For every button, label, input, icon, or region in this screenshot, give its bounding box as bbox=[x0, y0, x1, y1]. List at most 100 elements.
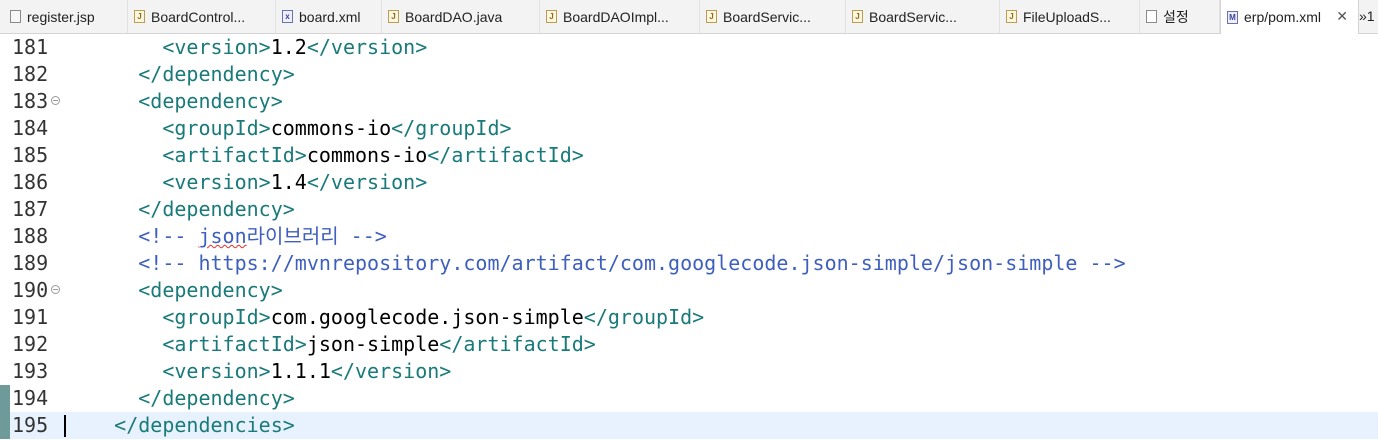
code-line[interactable]: 192 <artifactId>json-simple</artifactId> bbox=[0, 331, 1378, 358]
xml-close-tag: </artifactId> bbox=[439, 332, 596, 356]
xml-open-tag: <version> bbox=[162, 35, 271, 59]
tab-overflow-button[interactable]: »1 bbox=[1359, 0, 1378, 33]
tab-label: board.xml bbox=[299, 8, 361, 25]
tab-3[interactable]: J BoardDAO.java bbox=[382, 0, 540, 33]
code-line[interactable]: 183− <dependency> bbox=[0, 88, 1378, 115]
gutter-change-marker bbox=[0, 412, 10, 439]
fold-toggle-icon[interactable]: − bbox=[51, 285, 60, 294]
code-editor[interactable]: 181 <version>1.2</version> 182 </dependen… bbox=[0, 34, 1378, 440]
java-file-icon: J bbox=[852, 10, 863, 23]
xml-value: commons-io bbox=[270, 116, 392, 140]
xml-close-tag: </groupId> bbox=[391, 116, 512, 140]
code-line[interactable]: 191 <groupId>com.googlecode.json-simple<… bbox=[0, 304, 1378, 331]
xml-open-tag: <version> bbox=[162, 359, 271, 383]
tab-6[interactable]: J BoardServic... bbox=[846, 0, 1000, 33]
code-text: <version>1.1.1</version> bbox=[66, 358, 451, 385]
xml-tag: </dependencies> bbox=[114, 413, 295, 437]
tab-label: BoardDAOImpl... bbox=[563, 8, 669, 25]
text-caret bbox=[64, 415, 66, 437]
tab-7[interactable]: J FileUploadS... bbox=[1000, 0, 1140, 33]
text-file-icon bbox=[1146, 10, 1157, 23]
line-number: 186 bbox=[12, 170, 49, 194]
code-text: <dependency> bbox=[66, 88, 283, 115]
line-number: 187 bbox=[12, 197, 49, 221]
xml-close-tag: </version> bbox=[306, 35, 428, 59]
java-file-icon: J bbox=[1006, 10, 1017, 23]
java-file-icon: J bbox=[706, 10, 717, 23]
code-text: <version>1.4</version> bbox=[66, 169, 427, 196]
line-number: 191 bbox=[12, 305, 49, 329]
fold-toggle-icon[interactable]: − bbox=[51, 96, 60, 105]
code-text: </dependency> bbox=[66, 196, 295, 223]
code-text: <dependency> bbox=[66, 277, 283, 304]
xml-value: commons-io bbox=[306, 143, 428, 167]
code-text: <groupId>commons-io</groupId> bbox=[66, 115, 512, 142]
code-line[interactable]: 186 <version>1.4</version> bbox=[0, 169, 1378, 196]
code-line[interactable]: 184 <groupId>commons-io</groupId> bbox=[0, 115, 1378, 142]
xml-tag: </dependency> bbox=[138, 386, 295, 410]
xml-value: 1.4 bbox=[270, 170, 307, 194]
code-line[interactable]: 190− <dependency> bbox=[0, 277, 1378, 304]
line-number: 182 bbox=[12, 62, 49, 86]
xml-close-tag: </version> bbox=[330, 359, 452, 383]
code-line[interactable]: 182 </dependency> bbox=[0, 61, 1378, 88]
code-text: </dependency> bbox=[66, 61, 295, 88]
line-number: 192 bbox=[12, 332, 49, 356]
line-number: 193 bbox=[12, 359, 49, 383]
tab-4[interactable]: J BoardDAOImpl... bbox=[540, 0, 700, 33]
xml-value: json-simple bbox=[306, 332, 440, 356]
jsp-file-icon bbox=[10, 10, 21, 23]
tab-label: erp/pom.xml bbox=[1244, 9, 1322, 25]
tab-0[interactable]: register.jsp bbox=[4, 0, 128, 33]
xml-value: com.googlecode.json-simple bbox=[270, 305, 584, 329]
code-text: </dependency> bbox=[66, 385, 295, 412]
xml-comment: <!-- https://mvnrepository.com/artifact/… bbox=[138, 251, 1126, 275]
xml-comment: <!-- json라이브러리 --> bbox=[138, 224, 387, 248]
tab-label: BoardDAO.java bbox=[405, 8, 503, 25]
code-text: <groupId>com.googlecode.json-simple</gro… bbox=[66, 304, 704, 331]
tab-label: register.jsp bbox=[27, 8, 95, 25]
tab-label: FileUploadS... bbox=[1023, 8, 1111, 25]
line-number: 188 bbox=[12, 224, 49, 248]
xml-open-tag: <groupId> bbox=[162, 305, 271, 329]
spelling-error-word: json bbox=[198, 224, 247, 248]
tab-9[interactable]: Merp/pom.xml ✕ bbox=[1220, 0, 1359, 34]
tab-2[interactable]: x board.xml bbox=[276, 0, 382, 33]
code-text: <!-- https://mvnrepository.com/artifact/… bbox=[66, 250, 1126, 277]
code-line[interactable]: 194 </dependency> bbox=[0, 385, 1378, 412]
code-line[interactable]: 189 <!-- https://mvnrepository.com/artif… bbox=[0, 250, 1378, 277]
code-line[interactable]: 187 </dependency> bbox=[0, 196, 1378, 223]
gutter-change-marker bbox=[0, 385, 10, 412]
xml-close-tag: </version> bbox=[306, 170, 428, 194]
xml-open-tag: <groupId> bbox=[162, 116, 271, 140]
maven-pom-icon: M bbox=[1227, 10, 1238, 24]
line-number: 184 bbox=[12, 116, 49, 140]
tab-8[interactable]: 설정 bbox=[1140, 0, 1220, 33]
xml-tag: </dependency> bbox=[138, 62, 295, 86]
code-text: </dependencies> bbox=[66, 412, 295, 439]
tab-1[interactable]: J BoardControl... bbox=[128, 0, 276, 33]
line-number: 194 bbox=[12, 386, 49, 410]
tab-label: 설정 bbox=[1163, 8, 1189, 25]
xml-value: 1.2 bbox=[270, 35, 307, 59]
tab-label: BoardControl... bbox=[151, 8, 246, 25]
close-tab-icon[interactable]: ✕ bbox=[1336, 8, 1348, 25]
xml-file-icon: x bbox=[282, 10, 293, 23]
code-line[interactable]: 193 <version>1.1.1</version> bbox=[0, 358, 1378, 385]
line-number: 195 bbox=[12, 413, 49, 437]
line-number: 181 bbox=[12, 35, 49, 59]
line-number: 189 bbox=[12, 251, 49, 275]
xml-open-tag: <version> bbox=[162, 170, 271, 194]
code-line[interactable]: 195 </dependencies> bbox=[0, 412, 1378, 439]
tab-5[interactable]: J BoardServic... bbox=[700, 0, 846, 33]
line-number: 185 bbox=[12, 143, 49, 167]
code-line[interactable]: 188 <!-- json라이브러리 --> bbox=[0, 223, 1378, 250]
xml-open-tag: <artifactId> bbox=[162, 143, 307, 167]
java-file-icon: J bbox=[388, 10, 399, 23]
code-text: <version>1.2</version> bbox=[66, 34, 427, 61]
code-text: <artifactId>json-simple</artifactId> bbox=[66, 331, 596, 358]
xml-close-tag: </artifactId> bbox=[427, 143, 584, 167]
code-line[interactable]: 185 <artifactId>commons-io</artifactId> bbox=[0, 142, 1378, 169]
xml-open-tag: <artifactId> bbox=[162, 332, 307, 356]
code-line[interactable]: 181 <version>1.2</version> bbox=[0, 34, 1378, 61]
